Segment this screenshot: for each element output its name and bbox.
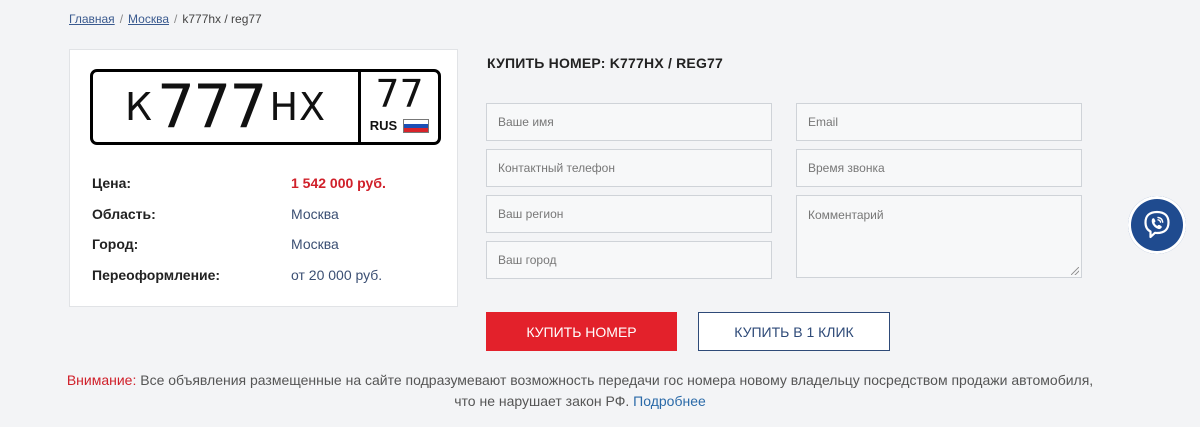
city-value: Москва <box>291 236 339 253</box>
notice-more-link[interactable]: Подробнее <box>633 393 706 409</box>
resize-handle-icon[interactable] <box>1071 267 1079 275</box>
info-row-price: Цена: 1 542 000 руб. <box>92 168 432 199</box>
legal-notice: Внимание: Все объявления размещенные на … <box>60 370 1100 412</box>
plate-info: Цена: 1 542 000 руб. Область: Москва Гор… <box>92 168 432 290</box>
plate-region-code: 77 <box>375 72 424 116</box>
form-title: КУПИТЬ НОМЕР: K777HX / REG77 <box>487 55 724 71</box>
name-input[interactable]: Ваше имя <box>486 103 772 141</box>
buy-one-click-button[interactable]: КУПИТЬ В 1 КЛИК <box>698 312 890 351</box>
breadcrumb-link-moscow[interactable]: Москва <box>128 12 169 26</box>
city-input[interactable]: Ваш город <box>486 241 772 279</box>
plate-number: К 777 НХ <box>93 72 358 142</box>
region-label: Область: <box>92 205 156 222</box>
breadcrumb-current: k777hx / reg77 <box>182 12 262 26</box>
price-label: Цена: <box>92 175 132 192</box>
viber-button[interactable] <box>1128 196 1186 254</box>
info-row-city: Город: Москва <box>92 229 432 260</box>
plate-letters-2: НХ <box>269 85 327 129</box>
region-value: Москва <box>291 205 339 222</box>
breadcrumb: Главная / Москва / k777hx / reg77 <box>69 12 262 26</box>
viber-icon <box>1144 210 1170 239</box>
notice-warning: Внимание: <box>66 372 137 388</box>
city-label: Город: <box>92 236 139 253</box>
plate-digits: 777 <box>156 72 268 142</box>
breadcrumb-separator: / <box>174 12 178 26</box>
comment-textarea[interactable]: Комментарий <box>796 195 1082 278</box>
breadcrumb-separator: / <box>119 12 124 26</box>
plate-letter-1: К <box>124 85 153 129</box>
plate-country: RUS <box>361 118 438 133</box>
plate-region: 77 RUS <box>361 72 438 142</box>
comment-placeholder: Комментарий <box>808 208 884 222</box>
reregistration-value: от 20 000 руб. <box>291 266 383 283</box>
email-input[interactable]: Email <box>796 103 1082 141</box>
info-row-region: Область: Москва <box>92 199 432 230</box>
russian-flag-icon <box>403 118 430 133</box>
plate-country-label: RUS <box>369 118 398 133</box>
phone-input[interactable]: Контактный телефон <box>486 149 772 187</box>
notice-text: Все объявления размещенные на сайте подр… <box>136 372 1094 409</box>
plate-card: К 777 НХ 77 RUS Цена: 1 542 000 руб. Обл… <box>69 49 458 307</box>
call-time-input[interactable]: Время звонка <box>796 149 1082 187</box>
license-plate: К 777 НХ 77 RUS <box>90 69 441 145</box>
region-input[interactable]: Ваш регион <box>486 195 772 233</box>
breadcrumb-link-home[interactable]: Главная <box>69 12 115 26</box>
buy-number-button[interactable]: КУПИТЬ НОМЕР <box>486 312 677 351</box>
info-row-reregistration: Переоформление: от 20 000 руб. <box>92 260 432 291</box>
price-value: 1 542 000 руб. <box>291 175 386 192</box>
reregistration-label: Переоформление: <box>92 266 221 283</box>
